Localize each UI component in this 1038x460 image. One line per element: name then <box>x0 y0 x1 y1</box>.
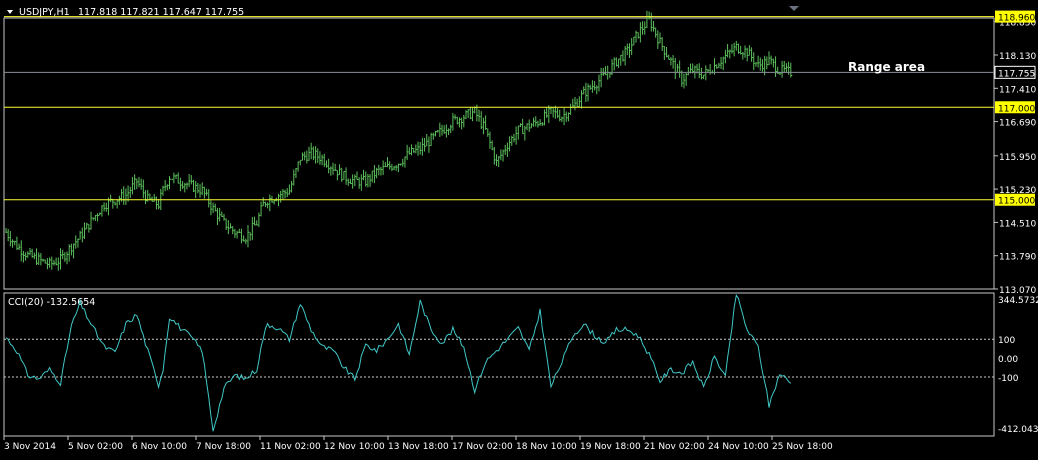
shift-marker-icon[interactable] <box>789 6 799 11</box>
price-pane-frame <box>3 17 995 290</box>
time-tick-label: 12 Nov 10:00 <box>324 442 385 452</box>
time-tick-label: 11 Nov 02:00 <box>260 442 321 452</box>
cci-level-label: 100 <box>998 336 1015 346</box>
time-tick-label: 24 Nov 10:00 <box>708 442 769 452</box>
price-tick-label: 113.070 <box>999 286 1036 296</box>
price-tick-label: 117.410 <box>999 85 1036 95</box>
time-tick-label: 6 Nov 10:00 <box>132 442 187 452</box>
price-level-label: 115.000 <box>998 197 1035 207</box>
time-tick-label: 25 Nov 18:00 <box>772 442 833 452</box>
time-tick-label: 17 Nov 02:00 <box>452 442 513 452</box>
chart-canvas[interactable]: USDJPY,H1 117.818 117.821 117.647 117.755… <box>0 0 1038 456</box>
time-tick-label: 7 Nov 18:00 <box>196 442 251 452</box>
cci-max-label: 344.5732 <box>998 296 1038 306</box>
cci-line <box>5 293 792 432</box>
time-tick-label: 21 Nov 02:00 <box>644 442 705 452</box>
price-tick-label: 116.690 <box>999 119 1036 129</box>
price-level-label: 117.000 <box>998 104 1035 114</box>
time-tick-label: 13 Nov 18:00 <box>388 442 449 452</box>
cci-zero-label: 0.00 <box>998 355 1018 365</box>
price-tick-label: 118.130 <box>999 52 1036 62</box>
time-tick-label: 19 Nov 18:00 <box>580 442 641 452</box>
price-tick-label: 113.790 <box>999 253 1036 263</box>
price-level-label: 118.960 <box>998 14 1035 24</box>
price-tick-label: 114.510 <box>999 219 1036 229</box>
chart-container[interactable]: USDJPY,H1 117.818 117.821 117.647 117.755… <box>0 0 1038 456</box>
time-tick-label: 18 Nov 10:00 <box>516 442 577 452</box>
time-tick-label: 5 Nov 02:00 <box>68 442 123 452</box>
time-tick-label: 3 Nov 2014 <box>4 442 56 452</box>
current-price-label: 117.755 <box>998 69 1035 79</box>
triangle-down-icon[interactable] <box>7 10 13 14</box>
cci-min-label: -412.0435 <box>998 425 1038 435</box>
cci-level-label: -100 <box>998 374 1019 384</box>
price-tick-label: 115.950 <box>999 153 1036 163</box>
range-area-annotation: Range area <box>848 60 925 74</box>
